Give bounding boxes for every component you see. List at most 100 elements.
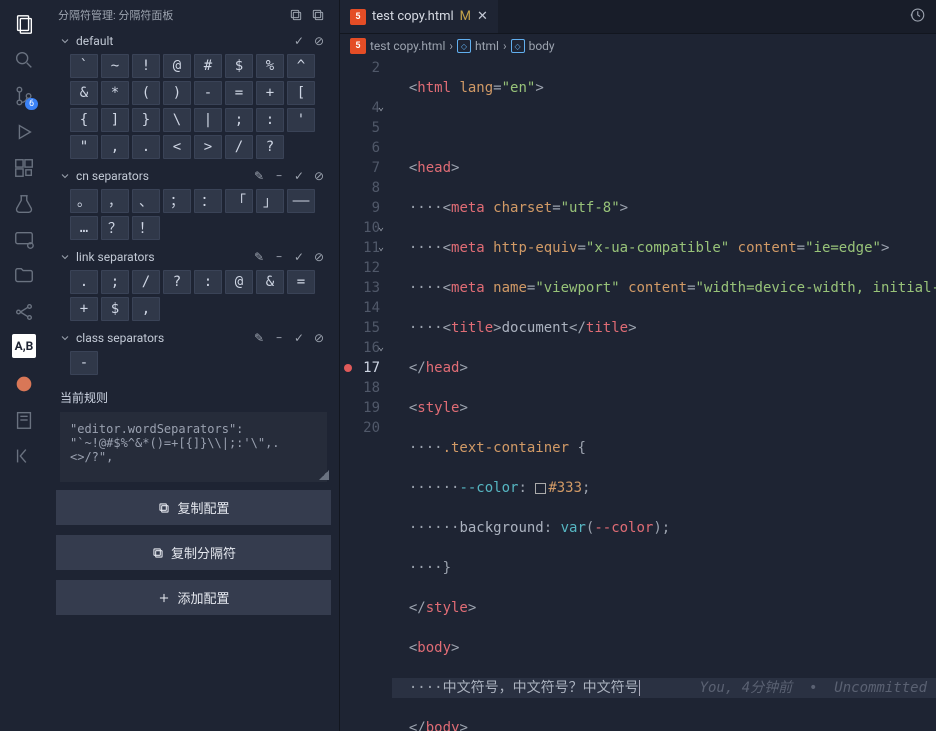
separator-cell[interactable]: $ <box>225 54 253 78</box>
breakpoint-icon[interactable] <box>344 364 352 372</box>
breadcrumb-item[interactable]: html <box>475 39 499 53</box>
separator-cell[interactable]: | <box>194 108 222 132</box>
separator-cell[interactable]: + <box>256 81 284 105</box>
separator-cell[interactable]: ' <box>287 108 315 132</box>
separator-cell[interactable]: . <box>70 270 98 294</box>
fold-icon[interactable]: ⌄ <box>378 238 384 258</box>
separator-cell[interactable]: ` <box>70 54 98 78</box>
separator-cell[interactable]: } <box>132 108 160 132</box>
extensions-icon[interactable] <box>8 152 40 184</box>
copy-icon[interactable] <box>285 7 307 23</box>
fold-icon[interactable]: ⌄ <box>378 338 384 358</box>
separator-cell[interactable]: \ <box>163 108 191 132</box>
separator-cell[interactable]: , <box>101 135 129 159</box>
separator-cell[interactable]: ; <box>101 270 129 294</box>
separator-cell[interactable]: & <box>256 270 284 294</box>
collapse-icon[interactable] <box>8 440 40 472</box>
separator-cell[interactable]: = <box>225 81 253 105</box>
prohibit-icon[interactable]: ⊘ <box>309 34 329 48</box>
breadcrumb-item[interactable]: body <box>529 39 555 53</box>
separator-cell[interactable]: ， <box>101 189 129 213</box>
minus-icon[interactable]: − <box>269 331 289 345</box>
section-header-class[interactable]: class separators ✎ − ✓ ⊘ <box>52 327 335 349</box>
rule-textbox[interactable]: "editor.wordSeparators": "`~!@#$%^&*()=+… <box>60 412 327 482</box>
separator-cell[interactable]: : <box>256 108 284 132</box>
check-icon[interactable]: ✓ <box>289 169 309 183</box>
separator-cell[interactable]: ^ <box>287 54 315 78</box>
separator-cell[interactable]: —— <box>287 189 315 213</box>
separator-cell[interactable]: 、 <box>132 189 160 213</box>
separator-cell[interactable]: = <box>287 270 315 294</box>
testing-icon[interactable] <box>8 188 40 220</box>
copy-config-button[interactable]: 复制配置 <box>56 490 331 525</box>
separator-cell[interactable]: * <box>101 81 129 105</box>
search-icon[interactable] <box>8 44 40 76</box>
gitlens-icon[interactable] <box>8 368 40 400</box>
check-icon[interactable]: ✓ <box>289 331 309 345</box>
fold-icon[interactable]: ⌄ <box>378 98 384 118</box>
copy2-icon[interactable] <box>307 7 329 23</box>
resize-handle[interactable] <box>319 470 329 480</box>
separator-cell[interactable]: . <box>132 135 160 159</box>
section-header-cn[interactable]: cn separators ✎ − ✓ ⊘ <box>52 165 335 187</box>
close-icon[interactable]: ✕ <box>477 9 488 24</box>
separator-cell[interactable]: { <box>70 108 98 132</box>
separator-cell[interactable]: ; <box>225 108 253 132</box>
separator-cell[interactable]: % <box>256 54 284 78</box>
separator-cell[interactable]: 」 <box>256 189 284 213</box>
separator-cell[interactable]: ！ <box>132 216 160 240</box>
remote-icon[interactable] <box>8 224 40 256</box>
separator-cell[interactable]: - <box>70 351 98 375</box>
share-icon[interactable] <box>8 296 40 328</box>
breadcrumb[interactable]: 5 test copy.html › ◇ html › ◇ body <box>340 34 936 58</box>
separator-cell[interactable]: " <box>70 135 98 159</box>
separator-cell[interactable]: / <box>132 270 160 294</box>
separator-cell[interactable]: & <box>70 81 98 105</box>
prohibit-icon[interactable]: ⊘ <box>309 331 329 345</box>
separator-cell[interactable]: @ <box>225 270 253 294</box>
separator-cell[interactable]: ？ <box>101 216 129 240</box>
minus-icon[interactable]: − <box>269 169 289 183</box>
separator-cell[interactable]: @ <box>163 54 191 78</box>
edit-icon[interactable]: ✎ <box>249 331 269 345</box>
separator-cell[interactable]: : <box>194 270 222 294</box>
bookmarks-icon[interactable] <box>8 404 40 436</box>
copy-separators-button[interactable]: 复制分隔符 <box>56 535 331 570</box>
separator-cell[interactable]: - <box>194 81 222 105</box>
section-header-link[interactable]: link separators ✎ − ✓ ⊘ <box>52 246 335 268</box>
code-editor[interactable]: 2 4⌄ 5 6 7 8 9 10⌄ 11⌄ 12 13 14 15 16⌄ 1… <box>340 58 936 731</box>
separator-cell[interactable]: 「 <box>225 189 253 213</box>
separator-cell[interactable]: [ <box>287 81 315 105</box>
edit-icon[interactable]: ✎ <box>249 250 269 264</box>
source-control-icon[interactable]: 6 <box>8 80 40 112</box>
separator-cell[interactable]: + <box>70 297 98 321</box>
separator-cell[interactable]: 。 <box>70 189 98 213</box>
separator-cell[interactable]: , <box>132 297 160 321</box>
separator-cell[interactable]: ? <box>256 135 284 159</box>
ab-extension-icon[interactable]: A,B <box>12 334 36 358</box>
separator-cell[interactable]: / <box>225 135 253 159</box>
separator-cell[interactable]: # <box>194 54 222 78</box>
fold-icon[interactable]: ⌄ <box>378 218 384 238</box>
explorer-icon[interactable] <box>8 8 40 40</box>
minus-icon[interactable]: − <box>269 250 289 264</box>
section-header-default[interactable]: default ✓ ⊘ <box>52 30 335 52</box>
folder-icon[interactable] <box>8 260 40 292</box>
separator-cell[interactable]: ( <box>132 81 160 105</box>
separator-cell[interactable]: ) <box>163 81 191 105</box>
separator-cell[interactable]: $ <box>101 297 129 321</box>
edit-icon[interactable]: ✎ <box>249 169 269 183</box>
separator-cell[interactable]: ： <box>194 189 222 213</box>
check-icon[interactable]: ✓ <box>289 34 309 48</box>
separator-cell[interactable]: > <box>194 135 222 159</box>
separator-cell[interactable]: < <box>163 135 191 159</box>
prohibit-icon[interactable]: ⊘ <box>309 169 329 183</box>
prohibit-icon[interactable]: ⊘ <box>309 250 329 264</box>
tab-test-copy[interactable]: 5 test copy.html M ✕ <box>340 0 498 33</box>
separator-cell[interactable]: ~ <box>101 54 129 78</box>
separator-cell[interactable]: ； <box>163 189 191 213</box>
add-config-button[interactable]: 添加配置 <box>56 580 331 615</box>
check-icon[interactable]: ✓ <box>289 250 309 264</box>
separator-cell[interactable]: ] <box>101 108 129 132</box>
history-icon[interactable] <box>908 6 926 28</box>
